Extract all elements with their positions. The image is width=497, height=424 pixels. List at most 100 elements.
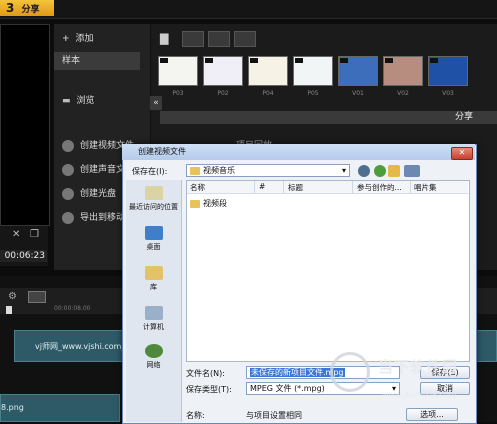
column-divider xyxy=(410,181,411,193)
media-thumbnail[interactable] xyxy=(248,56,288,86)
video-filter-button[interactable] xyxy=(182,31,204,47)
collapse-panel-button[interactable]: « xyxy=(150,96,162,110)
thumbnail-label: P03 xyxy=(172,90,184,97)
name-label: 名称: xyxy=(186,411,205,420)
filetype-select[interactable]: MPEG 文件 (*.mpg) ▾ xyxy=(246,382,400,395)
film-icon xyxy=(62,139,74,152)
name-value: 与项目设置相同 xyxy=(246,411,302,420)
media-type-icon xyxy=(430,58,438,63)
fit-timeline-icon[interactable] xyxy=(28,291,46,303)
place-computer[interactable]: 计算机 xyxy=(126,306,181,332)
thumbnail-label: P02 xyxy=(217,90,229,97)
media-type-icon xyxy=(340,58,348,63)
browse-icon: ▬ xyxy=(62,96,71,106)
timeline-tool-icon[interactable]: ⚙ xyxy=(8,291,17,302)
view-menu-icon[interactable] xyxy=(404,165,420,177)
mobile-icon xyxy=(62,211,74,224)
media-thumbnail[interactable] xyxy=(158,56,198,86)
step-tab-share[interactable]: 3 分享 xyxy=(0,0,54,16)
sidebar-item-sample[interactable]: 样本 xyxy=(54,52,140,70)
col-album[interactable]: 唱片集 xyxy=(414,182,437,193)
places-bar xyxy=(126,180,182,422)
timecode-display[interactable]: 00:06:23 xyxy=(0,250,47,262)
place-label: 网络 xyxy=(146,361,161,369)
save-in-label: 保存在(I): xyxy=(132,167,168,176)
media-thumbnail[interactable] xyxy=(203,56,243,86)
col-title[interactable]: 标题 xyxy=(288,182,303,193)
media-type-icon xyxy=(160,58,168,63)
media-thumbnail[interactable] xyxy=(428,56,468,86)
export-mobile-option[interactable]: 导出到移动 xyxy=(62,210,125,224)
column-divider xyxy=(352,181,353,193)
copy-icon[interactable]: ❐ xyxy=(30,229,39,240)
audio-icon xyxy=(62,163,74,176)
add-label: 添加 xyxy=(75,34,94,44)
place-label: 最近访问的位置 xyxy=(129,203,178,211)
place-desktop[interactable]: 桌面 xyxy=(126,226,181,252)
option-label: 导出到移动 xyxy=(80,213,126,223)
thumbnail-label: P05 xyxy=(307,90,319,97)
plus-icon: + xyxy=(62,34,70,44)
step-label: 分享 xyxy=(21,5,40,15)
new-folder-icon[interactable] xyxy=(388,165,400,177)
thumbnail-label: P04 xyxy=(262,90,274,97)
top-bar xyxy=(0,0,497,19)
thumbnail-label: V01 xyxy=(352,90,364,97)
back-icon[interactable] xyxy=(358,165,370,177)
folder-icon xyxy=(190,166,200,175)
ruler-time-label: 00:00:08.00 xyxy=(54,305,91,312)
watermark-logo xyxy=(330,352,370,392)
place-label: 计算机 xyxy=(143,323,164,331)
column-divider xyxy=(254,181,255,193)
option-label: 创建光盘 xyxy=(80,189,117,199)
file-name: 视频段 xyxy=(203,199,227,208)
browse-label: 浏览 xyxy=(76,96,95,106)
col-name[interactable]: 名称 xyxy=(190,182,205,193)
filename-label: 文件名(N): xyxy=(186,369,225,378)
file-list[interactable] xyxy=(186,180,470,362)
filetype-value: MPEG 文件 (*.mpg) xyxy=(250,384,325,393)
close-button[interactable]: ✕ xyxy=(451,147,473,160)
media-type-icon xyxy=(250,58,258,63)
place-label: 库 xyxy=(150,283,157,291)
computer-icon xyxy=(144,306,163,320)
media-type-icon xyxy=(205,58,213,63)
audio-filter-button[interactable] xyxy=(234,31,256,47)
dialog-title: 创建视频文件 xyxy=(122,144,475,160)
place-network[interactable]: 网络 xyxy=(126,344,181,370)
watermark-text: 当下软件园 xyxy=(378,358,459,376)
chevron-down-icon: ▾ xyxy=(341,166,346,175)
options-button[interactable]: 选项... xyxy=(406,408,458,421)
list-item[interactable]: 视频段 xyxy=(190,198,227,209)
folder-icon[interactable]: ▇ xyxy=(160,32,168,45)
recent-places-icon xyxy=(144,186,163,200)
watermark-url: www.downxia.com xyxy=(382,390,457,399)
up-folder-icon[interactable] xyxy=(374,165,386,177)
place-recent[interactable]: 最近访问的位置 xyxy=(126,186,181,212)
playhead-icon[interactable] xyxy=(6,306,12,314)
browse-button[interactable]: ▬ 浏览 xyxy=(54,92,140,110)
media-type-icon xyxy=(295,58,303,63)
media-type-icon xyxy=(385,58,393,63)
media-thumbnail[interactable] xyxy=(383,56,423,86)
add-button[interactable]: + 添加 xyxy=(54,30,140,48)
create-disc-option[interactable]: 创建光盘 xyxy=(62,186,116,200)
place-library[interactable]: 库 xyxy=(126,266,181,292)
clip-label: vj师网_www.vjshi.com_ xyxy=(35,342,126,351)
filename-input[interactable]: 未保存的新项目文件.mpg xyxy=(246,366,400,379)
col-artist[interactable]: 参与创作的... xyxy=(357,182,402,193)
sample-label: 样本 xyxy=(62,56,81,66)
trim-icon[interactable]: ✕ xyxy=(12,229,20,240)
folder-icon xyxy=(190,199,200,208)
disc-icon xyxy=(62,187,74,200)
save-in-select[interactable]: 视频音乐 ▾ xyxy=(186,164,350,177)
col-number[interactable]: # xyxy=(259,182,265,191)
photo-filter-button[interactable] xyxy=(208,31,230,47)
media-thumbnail[interactable] xyxy=(338,56,378,86)
media-thumbnail[interactable] xyxy=(293,56,333,86)
image-clip[interactable]: 8.png xyxy=(0,394,120,422)
network-icon xyxy=(144,344,163,358)
preview-window xyxy=(0,24,50,226)
share-bar: 分享 xyxy=(160,111,497,124)
thumbnail-label: V02 xyxy=(397,90,409,97)
